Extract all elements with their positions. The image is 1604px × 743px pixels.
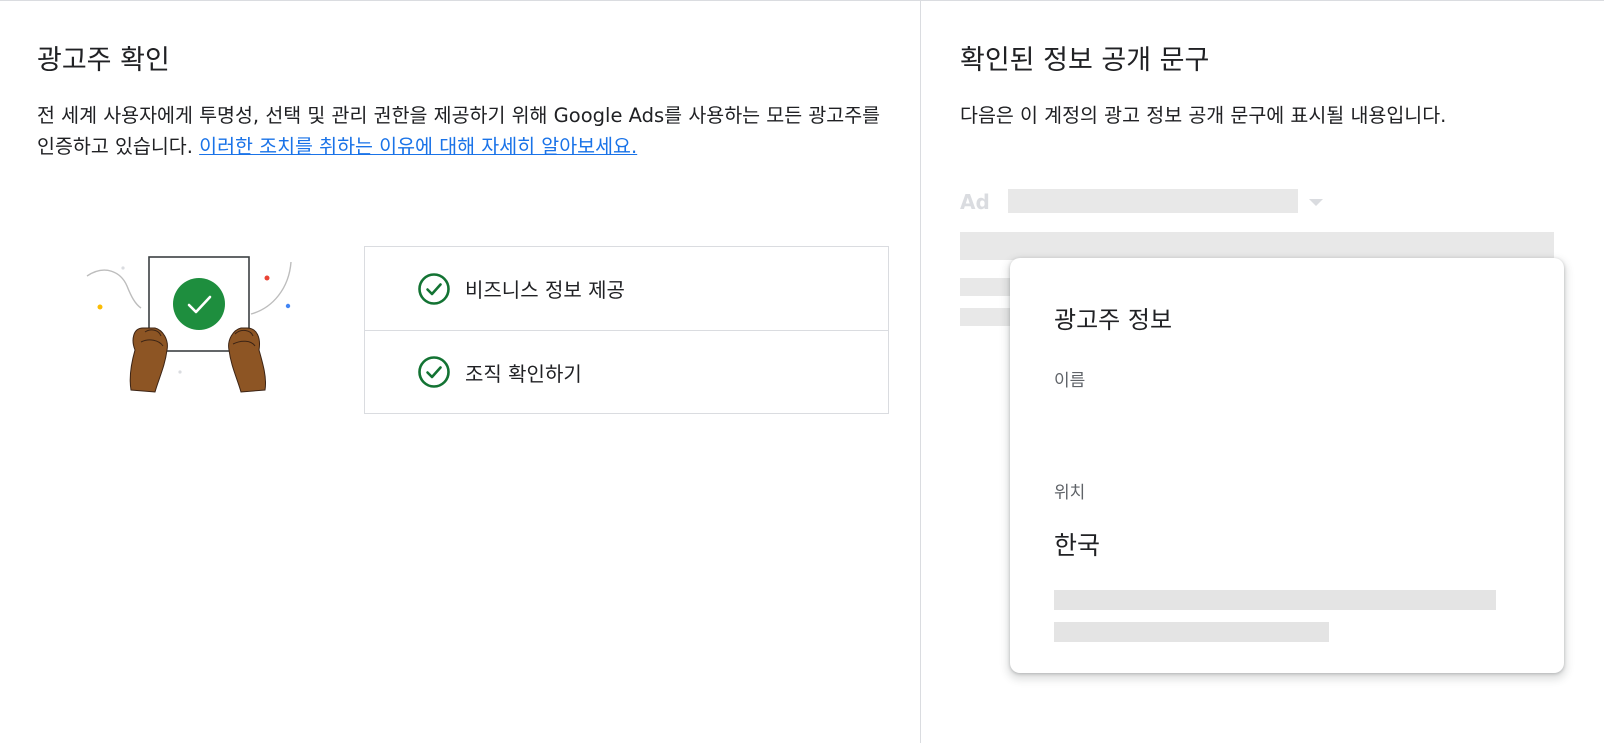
check-circle-icon <box>418 356 450 388</box>
page-title: 광고주 확인 <box>37 45 170 76</box>
placeholder-bar <box>1054 590 1496 610</box>
step-provide-business-info: 비즈니스 정보 제공 <box>365 247 888 330</box>
top-divider <box>0 0 1604 1</box>
verification-steps-list: 비즈니스 정보 제공 조직 확인하기 <box>364 246 889 414</box>
learn-more-link[interactable]: 이러한 조치를 취하는 이유에 대해 자세히 알아보세요. <box>199 135 637 158</box>
dropdown-caret-icon <box>1309 199 1323 206</box>
location-value: 한국 <box>1054 531 1101 560</box>
hands-holding-check-illustration <box>86 256 292 393</box>
step-label: 비즈니스 정보 제공 <box>465 278 625 302</box>
ad-label: Ad <box>960 190 990 214</box>
disclosure-description: 다음은 이 계정의 광고 정보 공개 문구에 표시될 내용입니다. <box>960 104 1447 127</box>
check-circle-icon <box>418 272 450 305</box>
advertiser-info-card: 광고주 정보 이름 위치 한국 <box>1010 258 1564 673</box>
panel-divider <box>920 0 921 743</box>
verification-illustration <box>85 254 305 404</box>
disclosure-title: 확인된 정보 공개 문구 <box>960 45 1210 76</box>
placeholder-bar <box>1008 189 1298 213</box>
location-label: 위치 <box>1054 483 1086 503</box>
name-label: 이름 <box>1054 371 1086 391</box>
verification-description: 전 세계 사용자에게 투명성, 선택 및 관리 권한을 제공하기 위해 Goog… <box>37 100 897 162</box>
step-label: 조직 확인하기 <box>465 361 582 386</box>
placeholder-bar <box>1054 622 1329 642</box>
card-title: 광고주 정보 <box>1054 306 1173 334</box>
placeholder-bar <box>960 232 1554 260</box>
step-verify-organization: 조직 확인하기 <box>365 330 888 413</box>
